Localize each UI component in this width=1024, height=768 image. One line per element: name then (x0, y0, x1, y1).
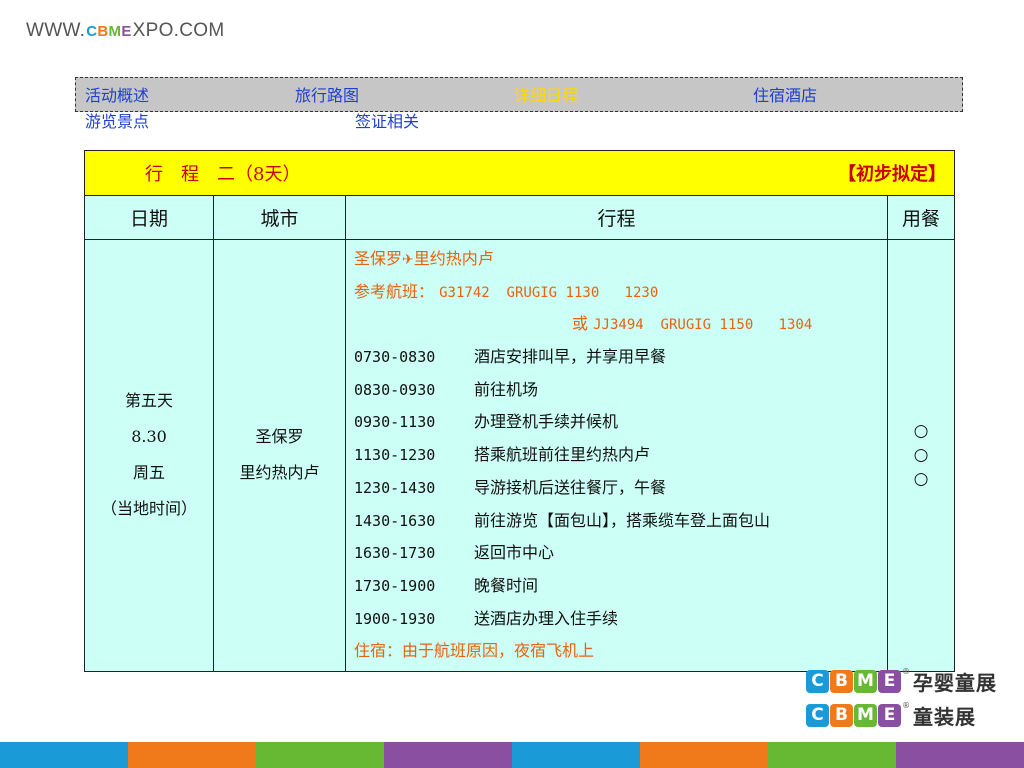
logo-label-maternity: 孕婴童展 (913, 671, 997, 695)
schedule-item: 1230-1430 导游接机后送往餐厅，午餐 (354, 472, 887, 505)
nav-link-detailed-schedule[interactable]: 详细日程 (514, 87, 578, 105)
city-line-1: 圣保罗 (255, 427, 304, 447)
schedule-desc: 酒店安排叫早，并享用早餐 (474, 347, 667, 367)
schedule-time: 0930-1130 (354, 413, 436, 432)
footer-color-stripe (0, 742, 1024, 768)
stripe-segment (512, 742, 640, 768)
cbme-kids-fashion-logo: CBME ® 童装展 (806, 701, 976, 730)
schedule-time: 1730-1900 (354, 576, 436, 595)
flight-line-1: 参考航班： G31742 GRUGIG 1130 1230 (354, 276, 887, 309)
city-cell: 圣保罗 里约热内卢 (213, 239, 346, 672)
logo-brand-b: B (97, 22, 109, 40)
schedule-time: 1900-1930 (354, 609, 436, 628)
stripe-segment (384, 742, 512, 768)
nav-link-hotels[interactable]: 住宿酒店 (753, 87, 817, 105)
meal-lunch: ○ (913, 445, 929, 466)
schedule-desc: 送酒店办理入住手续 (474, 608, 619, 628)
date-cell: 第五天 8.30 周五 （当地时间） (84, 239, 214, 672)
logo-brand-mark: CBME (86, 23, 131, 40)
schedule-desc: 导游接机后送往餐厅，午餐 (474, 477, 667, 497)
trademark-symbol: ® (902, 667, 910, 676)
meal-breakfast: ○ (913, 421, 929, 442)
trademark-symbol: ® (902, 701, 910, 710)
schedule-desc: 前往机场 (474, 379, 539, 399)
date-value: 8.30 (131, 427, 167, 447)
flight-line-2: 或 JJ3494 GRUGIG 1150 1304 (354, 308, 887, 341)
route-from: 圣保罗 (354, 249, 403, 268)
schedule-time: 1130-1230 (354, 446, 436, 465)
schedule-item: 1130-1230 搭乘航班前往里约热内卢 (354, 439, 887, 472)
header-schedule: 行程 (345, 195, 888, 240)
stripe-segment (0, 742, 128, 768)
schedule-desc: 搭乘航班前往里约热内卢 (474, 445, 651, 465)
schedule-item: 0930-1130 办理登机手续并候机 (354, 406, 887, 439)
schedule-time: 0730-0830 (354, 348, 436, 367)
itinerary-title-row: 行 程 二（8天） 【初步拟定】 (83, 150, 956, 196)
logo-brand-e: E (121, 22, 132, 40)
nav-link-visa[interactable]: 签证相关 (355, 113, 419, 131)
section-nav: 活动概述 旅行路图 详细日程 住宿酒店 游览景点 签证相关 (75, 77, 963, 131)
logo-prefix: WWW. (26, 20, 86, 41)
schedule-cell: 圣保罗✈里约热内卢 参考航班： G31742 GRUGIG 1130 1230 … (345, 239, 888, 672)
schedule-item: 0830-0930 前往机场 (354, 374, 887, 407)
schedule-item: 1900-1930 送酒店办理入住手续 (354, 603, 887, 636)
header-date: 日期 (84, 195, 214, 240)
nav-link-overview[interactable]: 活动概述 (85, 87, 149, 105)
schedule-desc: 返回市中心 (474, 543, 555, 563)
itinerary-title: 行 程 二（8天） (145, 164, 301, 185)
schedule-time: 0830-0930 (354, 380, 436, 399)
logo-label-kids-fashion: 童装展 (913, 705, 976, 729)
weekday: 周五 (132, 463, 165, 483)
stripe-segment (640, 742, 768, 768)
logo-brand-m: M (108, 22, 122, 40)
schedule-desc: 晚餐时间 (474, 575, 539, 595)
city-line-2: 里约热内卢 (239, 463, 320, 483)
itinerary-table: 行 程 二（8天） 【初步拟定】 日期 城市 行程 用餐 第五天 8.30 周五… (83, 150, 956, 672)
nav-link-route-map[interactable]: 旅行路图 (295, 87, 359, 105)
nav-link-sights[interactable]: 游览景点 (85, 113, 149, 131)
stripe-segment (896, 742, 1024, 768)
schedule-item: 1730-1900 晚餐时间 (354, 570, 887, 603)
meal-dinner: ○ (913, 469, 929, 490)
schedule-desc: 办理登机手续并候机 (474, 412, 619, 432)
lodging-note: 住宿：由于航班原因，夜宿飞机上 (354, 641, 595, 661)
itinerary-status: 【初步拟定】 (838, 164, 947, 185)
schedule-desc: 前往游览【面包山】，搭乘缆车登上面包山 (474, 510, 771, 530)
flight-1: G31742 GRUGIG 1130 1230 (439, 284, 659, 301)
meals-cell: ○ ○ ○ (886, 239, 956, 672)
schedule-item: 1430-1630 前往游览【面包山】，搭乘缆车登上面包山 (354, 505, 887, 538)
schedule-item: 0730-0830 酒店安排叫早，并享用早餐 (354, 341, 887, 374)
header-city: 城市 (213, 195, 346, 240)
airplane-icon: ✈ (402, 252, 414, 268)
stripe-segment (128, 742, 256, 768)
day-label: 第五天 (124, 391, 173, 411)
schedule-item: 1630-1730 返回市中心 (354, 537, 887, 570)
logo-brand-c: C (86, 22, 98, 40)
cbme-mark: CBME (806, 670, 902, 693)
table-header-row: 日期 城市 行程 用餐 (84, 195, 956, 240)
schedule-time: 1230-1430 (354, 478, 436, 497)
flight-2: JJ3494 GRUGIG 1150 1304 (593, 317, 813, 334)
stripe-segment (768, 742, 896, 768)
flight-label: 参考航班： (354, 281, 435, 301)
cbme-mark: CBME (806, 704, 902, 727)
schedule-time: 1630-1730 (354, 544, 436, 563)
site-logo[interactable]: WWW. CBME XPO.COM (26, 20, 224, 42)
route-line: 圣保罗✈里约热内卢 (354, 243, 887, 276)
logo-suffix: XPO.COM (132, 20, 225, 41)
time-note: （当地时间） (100, 499, 197, 519)
route-to: 里约热内卢 (413, 249, 494, 268)
flight-alt-prefix: 或 (572, 314, 589, 334)
table-row: 第五天 8.30 周五 （当地时间） 圣保罗 里约热内卢 圣保罗✈里约热内卢 参… (84, 239, 956, 672)
header-meals: 用餐 (886, 195, 956, 240)
cbme-maternity-logo: CBME ® 孕婴童展 (806, 667, 997, 696)
stripe-segment (256, 742, 384, 768)
schedule-time: 1430-1630 (354, 511, 436, 530)
